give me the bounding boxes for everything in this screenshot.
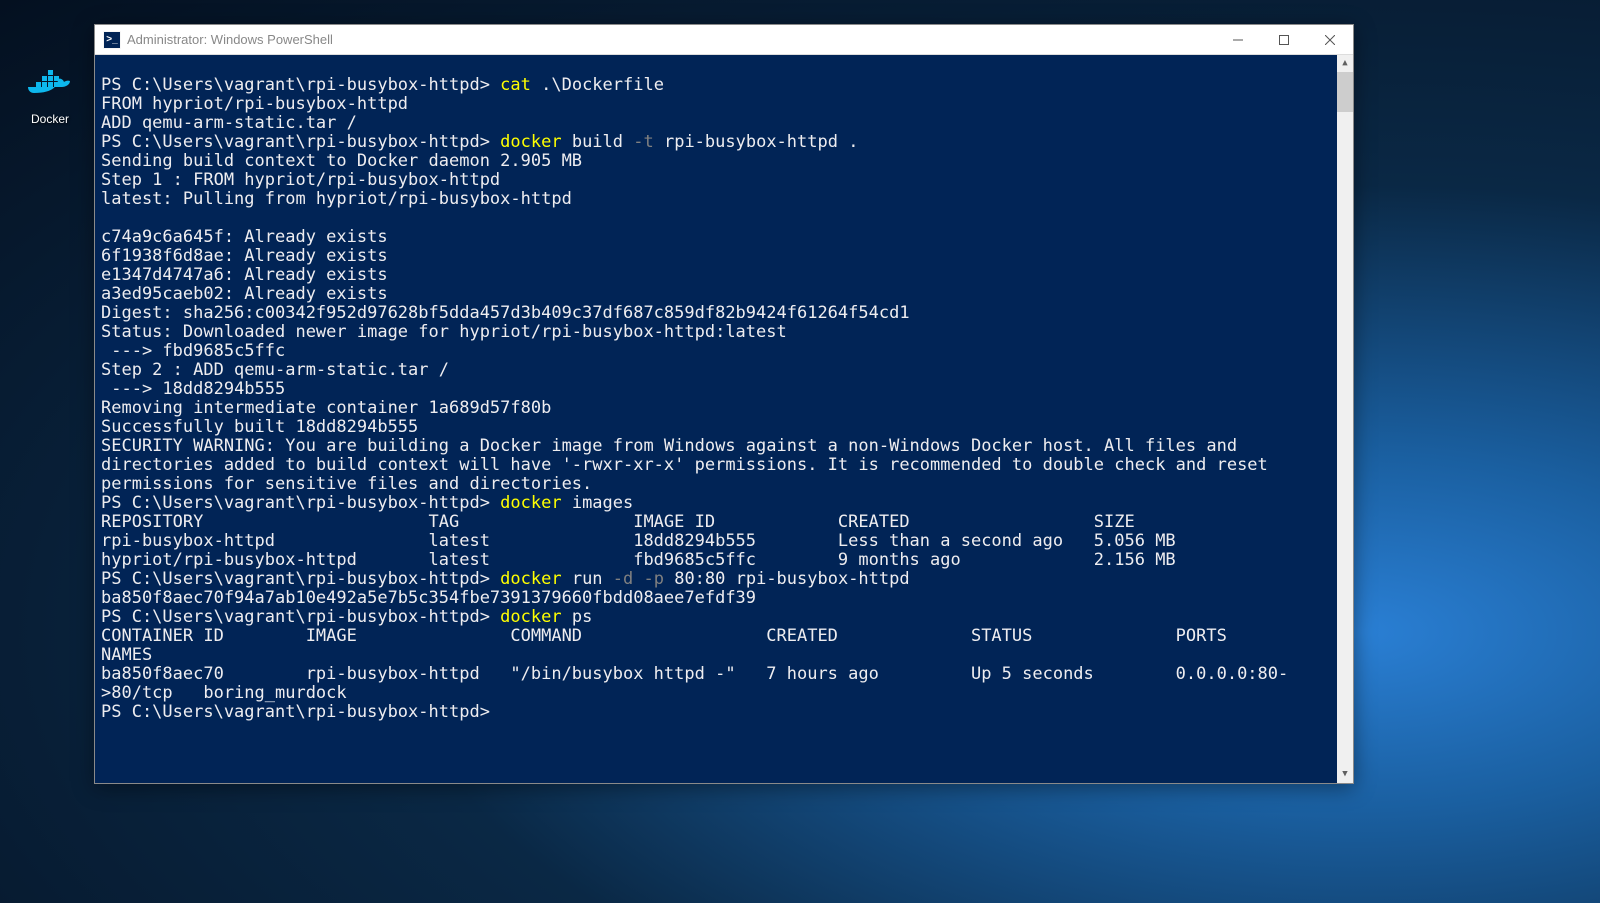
- output-line: SECURITY WARNING: You are building a Doc…: [101, 436, 1278, 494]
- scroll-track[interactable]: [1337, 72, 1353, 766]
- output-line: ba850f8aec70f94a7ab10e492a5e7b5c354fbe73…: [101, 588, 756, 608]
- terminal-area[interactable]: PS C:\Users\vagrant\rpi-busybox-httpd> c…: [95, 55, 1353, 783]
- output-line: Removing intermediate container 1a689d57…: [101, 398, 551, 418]
- prompt: PS C:\Users\vagrant\rpi-busybox-httpd>: [101, 607, 500, 627]
- output-line: ---> fbd9685c5ffc: [101, 341, 285, 361]
- output-line: latest: Pulling from hypriot/rpi-busybox…: [101, 189, 572, 209]
- table-row: hypriot/rpi-busybox-httpd latest fbd9685…: [101, 550, 1176, 570]
- output-line: e1347d4747a6: Already exists: [101, 265, 388, 285]
- command: docker: [500, 132, 561, 152]
- close-button[interactable]: [1307, 25, 1353, 54]
- output-line: Status: Downloaded newer image for hypri…: [101, 322, 787, 342]
- powershell-icon: >_: [103, 31, 121, 49]
- prompt: PS C:\Users\vagrant\rpi-busybox-httpd>: [101, 132, 500, 152]
- output-line: Step 1 : FROM hypriot/rpi-busybox-httpd: [101, 170, 500, 190]
- desktop-icon-label: Docker: [15, 112, 85, 126]
- table-row: rpi-busybox-httpd latest 18dd8294b555 Le…: [101, 531, 1176, 551]
- desktop-icon-docker[interactable]: Docker: [15, 60, 85, 126]
- output-line: Step 2 : ADD qemu-arm-static.tar /: [101, 360, 449, 380]
- table-header: CONTAINER ID IMAGE COMMAND CREATED STATU…: [101, 626, 1353, 665]
- prompt: PS C:\Users\vagrant\rpi-busybox-httpd>: [101, 493, 500, 513]
- output-line: a3ed95caeb02: Already exists: [101, 284, 388, 304]
- output-line: 6f1938f6d8ae: Already exists: [101, 246, 388, 266]
- titlebar[interactable]: >_ Administrator: Windows PowerShell: [95, 25, 1353, 55]
- output-line: Sending build context to Docker daemon 2…: [101, 151, 582, 171]
- command: docker: [500, 607, 561, 627]
- window-controls: [1215, 25, 1353, 54]
- output-line: FROM hypriot/rpi-busybox-httpd: [101, 94, 408, 114]
- command: docker: [500, 493, 561, 513]
- output-line: Digest: sha256:c00342f952d97628bf5dda457…: [101, 303, 910, 323]
- table-header: REPOSITORY TAG IMAGE ID CREATED SIZE: [101, 512, 1135, 532]
- prompt: PS C:\Users\vagrant\rpi-busybox-httpd>: [101, 702, 500, 722]
- output-line: ---> 18dd8294b555: [101, 379, 285, 399]
- docker-whale-icon: [26, 60, 74, 108]
- table-row: ba850f8aec70 rpi-busybox-httpd "/bin/bus…: [101, 664, 1288, 703]
- command: cat: [500, 75, 531, 95]
- prompt: PS C:\Users\vagrant\rpi-busybox-httpd>: [101, 569, 500, 589]
- prompt: PS C:\Users\vagrant\rpi-busybox-httpd>: [101, 75, 500, 95]
- powershell-window: >_ Administrator: Windows PowerShell PS …: [94, 24, 1354, 784]
- output-line: ADD qemu-arm-static.tar /: [101, 113, 357, 133]
- scroll-up-arrow-icon[interactable]: ▲: [1337, 55, 1353, 72]
- maximize-button[interactable]: [1261, 25, 1307, 54]
- minimize-button[interactable]: [1215, 25, 1261, 54]
- window-title: Administrator: Windows PowerShell: [127, 32, 1215, 47]
- scrollbar[interactable]: ▲ ▼: [1337, 55, 1353, 783]
- output-line: Successfully built 18dd8294b555: [101, 417, 418, 437]
- output-line: c74a9c6a645f: Already exists: [101, 227, 388, 247]
- scroll-thumb[interactable]: [1337, 72, 1353, 112]
- scroll-down-arrow-icon[interactable]: ▼: [1337, 766, 1353, 783]
- command: docker: [500, 569, 561, 589]
